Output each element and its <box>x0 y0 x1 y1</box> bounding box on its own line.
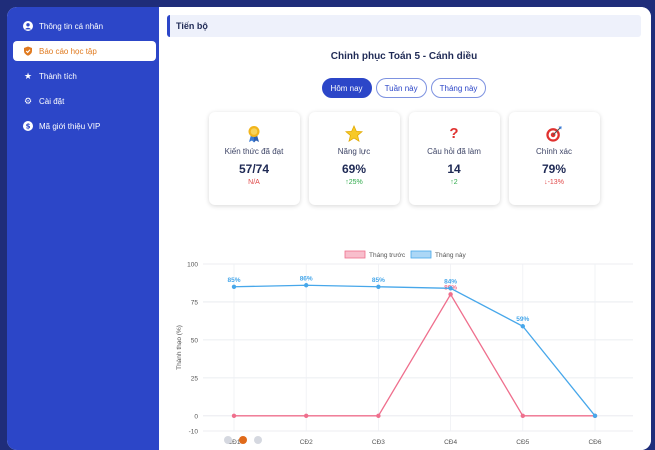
stat-value: 57/74 <box>238 162 270 176</box>
x-tick-label: CĐ6 <box>588 439 601 446</box>
y-tick-label: 25 <box>191 375 199 382</box>
data-label: 86% <box>300 275 313 282</box>
sidebar-item-label: Thành tích <box>39 71 77 81</box>
sidebar-item-label: Báo cáo học tập <box>39 46 97 56</box>
stat-delta: ↑2 <box>450 179 458 186</box>
legend-swatch <box>410 250 432 259</box>
line-chart: 1007550250-10CĐ1 CĐ2 CĐ3 CĐ4 CĐ5 CĐ6Thành thạ… <box>176 250 633 446</box>
data-point <box>448 292 453 297</box>
stat-label: Chính xác <box>535 147 573 156</box>
sidebar-item-report[interactable]: Báo cáo học tập <box>13 41 156 61</box>
data-point <box>448 286 453 291</box>
tab-this-week[interactable]: Tuần này <box>375 78 427 98</box>
stat-delta: N/A <box>248 179 260 186</box>
stat-label: Câu hỏi đã làm <box>427 147 481 156</box>
y-tick-label: 0 <box>194 413 198 420</box>
progress-chart: 100 75 50 25 0 -10 CĐ1 CĐ2 CĐ3 CĐ4 CĐ5 CĐ6 Thành thạ… <box>167 239 641 450</box>
data-label: 59% <box>516 316 529 323</box>
stat-card-knowledge: Kiến thức đã đạt 57/74 N/A <box>208 112 300 205</box>
stat-label: Năng lực <box>337 147 371 156</box>
data-point <box>592 413 598 419</box>
data-point <box>520 413 525 419</box>
question-icon: ? <box>449 125 459 142</box>
stat-label: Kiến thức đã đạt <box>224 147 284 156</box>
sidebar-item-achievements[interactable]: ★ Thành tích <box>13 66 156 86</box>
legend-label: Tháng trước <box>369 252 406 259</box>
coin-icon: $ <box>23 121 33 131</box>
stat-value: 79% <box>541 162 567 176</box>
carousel-pager <box>224 436 262 444</box>
stat-card-ability: Năng lực 69% ↑25% <box>308 112 400 205</box>
sidebar-item-label: Thông tin cá nhân <box>39 21 104 31</box>
shield-icon <box>23 46 33 56</box>
medal-icon <box>246 125 262 143</box>
x-tick-label: CĐ3 <box>372 439 385 446</box>
y-axis-label: Thành thạo (%) <box>176 325 183 370</box>
user-icon <box>23 21 33 31</box>
sidebar-item-profile[interactable]: Thông tin cá nhân <box>13 16 156 36</box>
sidebar-item-label: Cài đặt <box>39 96 65 106</box>
star-icon: ★ <box>23 70 33 81</box>
stat-delta: ↑25% <box>345 179 363 186</box>
data-point <box>304 283 309 288</box>
x-tick-label: CĐ4 <box>444 439 457 446</box>
stat-cards: Kiến thức đã đạt 57/74 N/A Năng lực 69% … <box>167 112 641 205</box>
target-icon <box>545 125 563 143</box>
stat-card-accuracy: Chính xác 79% ↓-13% <box>508 112 600 205</box>
sidebar-item-settings[interactable]: ⚙ Cài đặt <box>13 91 156 111</box>
stat-value: 14 <box>447 162 461 176</box>
data-point <box>231 413 237 419</box>
series-line <box>234 293 595 417</box>
y-tick-label: 75 <box>191 299 199 306</box>
x-tick-label: CĐ5 <box>516 439 529 446</box>
data-point <box>376 413 381 419</box>
data-label: 84% <box>444 278 457 285</box>
stat-card-questions: ? Câu hỏi đã làm 14 ↑2 <box>408 112 500 205</box>
y-tick-label: 50 <box>191 337 199 344</box>
legend-label: Tháng này <box>435 252 466 259</box>
legend-swatch <box>344 250 366 259</box>
tab-this-month[interactable]: Tháng này <box>430 78 487 98</box>
tab-today[interactable]: Hôm nay <box>321 78 372 98</box>
y-tick-label: -10 <box>189 429 199 436</box>
carousel-dot[interactable] <box>239 436 247 444</box>
carousel-dot[interactable] <box>224 436 232 444</box>
gear-icon: ⚙ <box>23 95 33 106</box>
sidebar-item-label: Mã giới thiệu VIP <box>39 121 101 131</box>
data-point <box>520 324 525 329</box>
carousel-dot[interactable] <box>254 436 262 444</box>
sidebar-item-vip-referral[interactable]: $ Mã giới thiệu VIP <box>13 116 156 136</box>
star-icon <box>344 124 364 143</box>
breadcrumb: Tiến bộ <box>167 15 641 37</box>
data-point <box>376 284 381 289</box>
y-tick-label: 100 <box>187 262 198 269</box>
data-point <box>231 284 237 289</box>
sidebar: Thông tin cá nhân Báo cáo học tập ★ Thàn… <box>7 7 159 450</box>
svg-text:$: $ <box>26 123 31 131</box>
stat-value: 69% <box>341 162 367 176</box>
data-label: 85% <box>372 277 385 284</box>
main-content: Tiến bộ Chinh phục Toán 5 - Cánh diều Hô… <box>159 7 651 450</box>
stat-delta: ↓-13% <box>544 179 564 186</box>
data-label: 85% <box>227 277 240 284</box>
x-tick-label: CĐ2 <box>300 439 313 446</box>
data-point <box>304 413 309 419</box>
app-window: Thông tin cá nhân Báo cáo học tập ★ Thàn… <box>7 7 651 450</box>
series-line <box>233 284 596 417</box>
page-title: Chinh phục Toán 5 - Cánh diều <box>330 51 478 62</box>
period-tabs: Hôm nay Tuần này Tháng này <box>167 78 641 98</box>
